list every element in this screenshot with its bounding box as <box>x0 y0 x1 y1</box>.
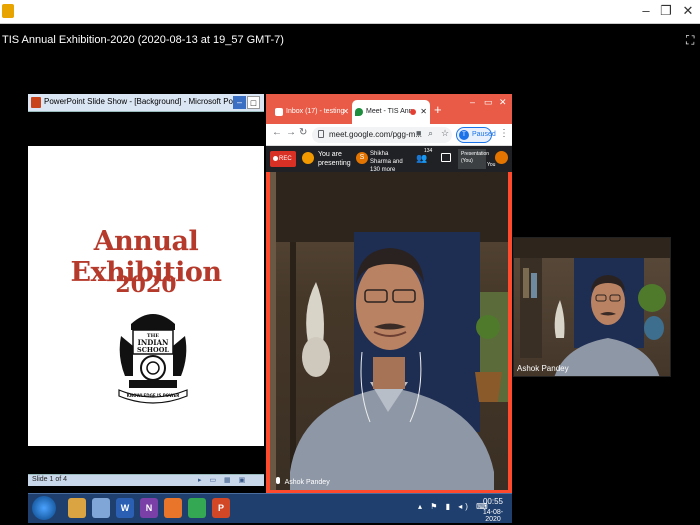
chrome-window: Inbox (17) - testing ✕ Meet - TIS Ann ✕ … <box>266 94 512 494</box>
clock-time[interactable]: 00:55 <box>476 497 510 506</box>
camera-icon[interactable]: ■ <box>416 128 421 138</box>
chat-icon[interactable] <box>441 153 451 162</box>
presenting-icon <box>302 152 314 164</box>
powerpoint-window-title: PowerPoint Slide Show - [Background] - M… <box>44 97 240 106</box>
reload-icon[interactable]: ↻ <box>299 127 307 138</box>
participants-text: Shikha Sharma and 130 more <box>370 151 403 173</box>
word-icon[interactable]: W <box>116 498 134 518</box>
restore-icon[interactable]: ❐ <box>658 3 674 19</box>
powerpoint-close-icon[interactable]: □ <box>247 96 260 109</box>
powerpoint-minimize-icon[interactable]: – <box>233 96 246 109</box>
mic-icon <box>276 477 280 484</box>
people-icon[interactable]: 👥 <box>416 153 427 164</box>
main-video-feed: Ashok Pandey <box>270 172 508 490</box>
recording-dot-icon <box>410 109 416 115</box>
minimize-icon[interactable]: – <box>638 3 654 19</box>
firefox-icon[interactable] <box>164 498 182 518</box>
url-text: meet.google.com/pgg-m... <box>329 130 422 139</box>
powerpoint-titlebar: PowerPoint Slide Show - [Background] - M… <box>28 94 264 112</box>
new-tab-button[interactable]: + <box>434 102 442 117</box>
tab-meet[interactable]: Meet - TIS Ann ✕ <box>352 100 430 124</box>
lock-icon <box>318 130 324 138</box>
chrome-toolbar: ← → ↻ meet.google.com/pgg-m... ■ ⌕ ☆ T P… <box>266 124 512 146</box>
clock-date[interactable]: 14-08-2020 <box>476 509 510 523</box>
explorer-icon[interactable] <box>68 498 86 518</box>
forward-icon[interactable]: → <box>286 127 296 138</box>
thumbnail-name: Ashok Pandey <box>517 364 569 373</box>
record-dot-icon <box>273 156 278 161</box>
profile-avatar: T <box>459 130 469 140</box>
profile-button[interactable]: T Paused <box>456 127 496 143</box>
player-title-bar: – ❐ ✕ <box>0 0 700 24</box>
powerpoint-icon <box>31 97 41 108</box>
you-presenting-text: You are presenting <box>318 151 351 167</box>
self-avatar[interactable] <box>495 151 508 164</box>
people-count: 134 <box>424 148 433 154</box>
logo-motto: KNOWLEDGE IS POWER <box>127 393 180 398</box>
meet-top-bar: REC You are presenting S Shikha Sharma a… <box>266 146 512 173</box>
main-video-name: Ashok Pandey <box>284 479 330 486</box>
chrome-tabstrip: Inbox (17) - testing ✕ Meet - TIS Ann ✕ … <box>266 94 512 124</box>
powerpoint-taskbar-icon[interactable]: P <box>212 498 230 518</box>
chrome-icon[interactable] <box>188 498 206 518</box>
participant-thumbnail[interactable]: Ashok Pandey <box>513 237 671 377</box>
more-menu-icon[interactable]: ⋮ <box>499 128 509 139</box>
participant-initial: S <box>359 154 365 161</box>
close-tab-icon[interactable]: ✕ <box>420 100 427 124</box>
gmail-icon <box>275 108 283 116</box>
zoom-icon[interactable]: ⌕ <box>428 128 433 139</box>
files-icon[interactable] <box>92 498 110 518</box>
you-label: You <box>487 162 496 168</box>
meet-icon <box>355 108 363 116</box>
slide-count: Slide 1 of 4 <box>32 476 68 483</box>
school-logo: THE INDIAN SCHOOL KNOWLEDGE IS POWER <box>118 314 188 404</box>
bookmark-star-icon[interactable]: ☆ <box>441 128 449 139</box>
video-player: – ❐ ✕ TIS Annual Exhibition-2020 (2020-0… <box>0 0 700 525</box>
close-tab-icon[interactable]: ✕ <box>342 100 349 124</box>
tab-label: Meet - TIS Ann <box>366 108 413 115</box>
powerpoint-window: PowerPoint Slide Show - [Background] - M… <box>28 94 264 490</box>
slide-top-band <box>28 112 264 146</box>
speaker-video-image <box>270 172 508 490</box>
view-buttons-icon[interactable]: ▸ ▭ ▦ ▣ <box>198 476 248 484</box>
recording-button[interactable]: REC <box>270 151 296 167</box>
chrome-close-icon[interactable]: ✕ <box>499 97 507 108</box>
slide: Annual Exhibition 2020 THE INDIAN SCHOOL… <box>28 146 264 446</box>
back-icon[interactable]: ← <box>272 127 282 138</box>
powerpoint-statusbar: Slide 1 of 4 ▸ ▭ ▦ ▣ <box>28 474 264 486</box>
presentation-tile[interactable]: Presentation (You) <box>458 149 489 169</box>
profile-label: Paused <box>472 131 496 138</box>
thumbnail-video-image <box>514 238 670 376</box>
windows-taskbar: WNP ▴ ⚑ ▮ ◂) ⌨ 00:55 14-08-2020 <box>28 493 512 523</box>
chrome-restore-icon[interactable]: ▭ <box>484 97 493 108</box>
fullscreen-icon[interactable]: ⛶ <box>686 33 694 48</box>
logo-text-bot: SCHOOL <box>137 346 169 354</box>
video-title: TIS Annual Exhibition-2020 (2020-08-13 a… <box>2 34 284 46</box>
start-button-icon[interactable] <box>32 496 56 520</box>
participant-avatar: S <box>356 152 368 164</box>
tab-label: Inbox (17) - testing <box>286 108 345 115</box>
player-app-icon <box>2 4 14 18</box>
tab-inbox[interactable]: Inbox (17) - testing ✕ <box>272 100 352 124</box>
slide-year: 2020 <box>115 272 177 298</box>
main-video-name-tag: Ashok Pandey <box>276 477 330 486</box>
chrome-minimize-icon[interactable]: – <box>470 97 475 107</box>
close-icon[interactable]: ✕ <box>680 3 696 19</box>
onenote-icon[interactable]: N <box>140 498 158 518</box>
rec-label: REC <box>279 156 292 162</box>
